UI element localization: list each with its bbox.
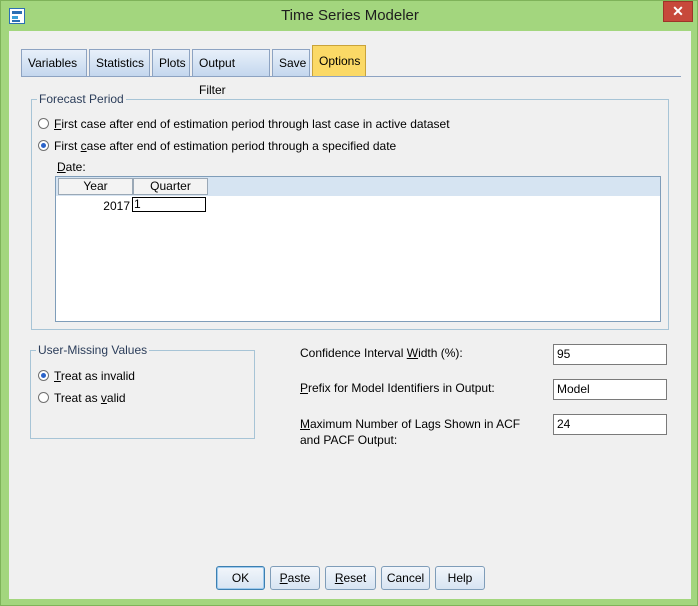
reset-button[interactable]: Reset: [325, 566, 376, 590]
tab-strip: Variables Statistics Plots Output Filter…: [21, 45, 681, 97]
prefix-label: Prefix for Model Identifiers in Output:: [300, 381, 495, 395]
prefix-input[interactable]: Model: [553, 379, 667, 400]
max-lags-input[interactable]: 24: [553, 414, 667, 435]
date-label: Date:: [57, 160, 86, 174]
tab-statistics[interactable]: Statistics: [89, 49, 150, 76]
tab-options[interactable]: Options: [312, 45, 366, 77]
column-header-quarter[interactable]: Quarter: [133, 178, 208, 195]
tab-plots[interactable]: Plots: [152, 49, 190, 76]
cancel-button[interactable]: Cancel: [381, 566, 430, 590]
ok-button[interactable]: OK: [216, 566, 265, 590]
tab-variables[interactable]: Variables: [21, 49, 87, 76]
forecast-option-specified-date-label: First case after end of estimation perio…: [54, 139, 397, 153]
user-missing-title: User-Missing Values: [36, 343, 150, 357]
forecast-period-title: Forecast Period: [37, 92, 126, 106]
max-lags-label: Maximum Number of Lags Shown in ACF and P…: [300, 417, 521, 447]
close-button[interactable]: ✕: [663, 1, 693, 22]
window-title: Time Series Modeler: [281, 7, 419, 24]
tab-save[interactable]: Save: [272, 49, 310, 76]
tab-divider: [21, 76, 681, 77]
quarter-cell-editor[interactable]: 1: [132, 197, 206, 212]
missing-option-valid-label: Treat as valid: [54, 391, 126, 405]
date-grid: Year Quarter 2017 1: [55, 176, 661, 322]
radio-last-case[interactable]: [38, 118, 49, 129]
title-bar[interactable]: Time Series Modeler ✕: [1, 1, 698, 31]
help-button[interactable]: Help: [435, 566, 485, 590]
year-cell[interactable]: 2017: [58, 198, 130, 214]
radio-treat-invalid[interactable]: [38, 370, 49, 381]
ci-width-label: Confidence Interval Width (%):: [300, 346, 463, 360]
forecast-option-last-case-label: First case after end of estimation perio…: [54, 117, 450, 131]
radio-treat-valid[interactable]: [38, 392, 49, 403]
tab-output-filter[interactable]: Output Filter: [192, 49, 270, 97]
paste-button[interactable]: Paste: [270, 566, 320, 590]
column-header-year[interactable]: Year: [58, 178, 133, 195]
missing-option-invalid-label: Treat as invalid: [54, 369, 135, 383]
ci-width-input[interactable]: 95: [553, 344, 667, 365]
dialog-window: Time Series Modeler ✕ Variables Statisti…: [0, 0, 698, 606]
dialog-body: Variables Statistics Plots Output Filter…: [9, 31, 691, 599]
radio-specified-date[interactable]: [38, 140, 49, 151]
